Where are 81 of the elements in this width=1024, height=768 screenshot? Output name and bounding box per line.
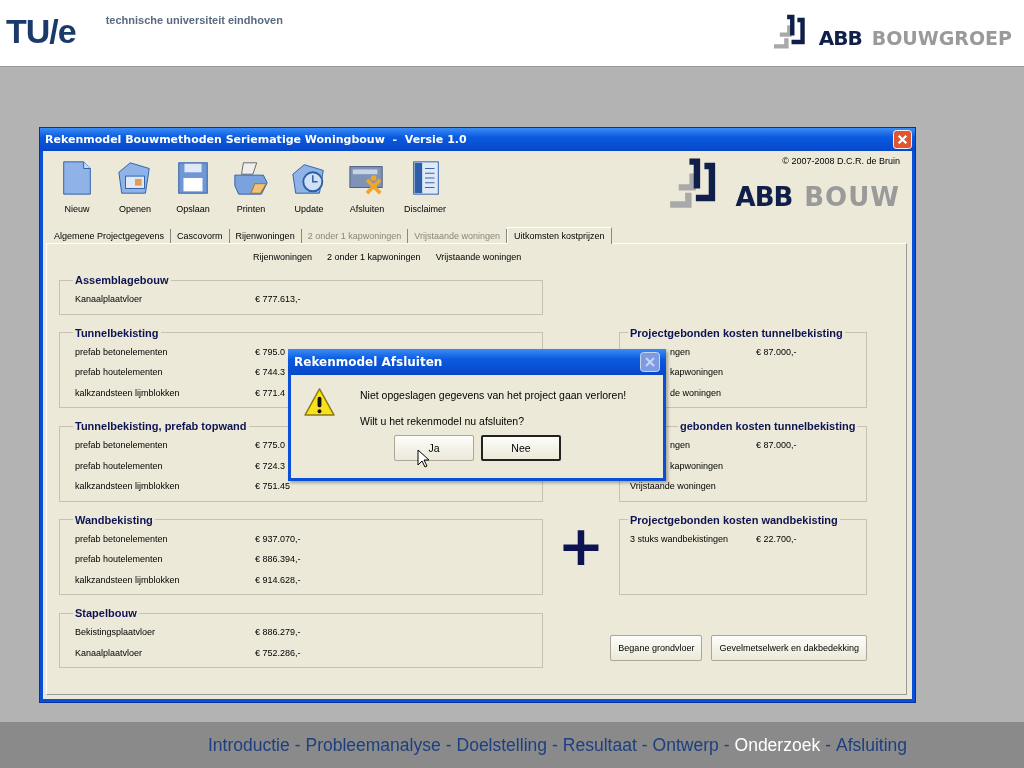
- cost-value: € 777.613,-: [255, 294, 301, 305]
- tab[interactable]: Uitkomsten kostprijzen: [506, 227, 612, 244]
- tab[interactable]: Cascovorm: [171, 229, 230, 243]
- column-header: Vrijstaande woningen: [435, 252, 522, 262]
- row-label: kalkzandsteen lijmblokken: [75, 481, 181, 492]
- group-title: Wandbekisting: [74, 513, 154, 526]
- row-label: ngen: [669, 440, 692, 451]
- cost-value: € 886.394,-: [255, 554, 301, 565]
- row-label: kapwoningen: [669, 367, 725, 378]
- copyright-text: © 2007-2008 D.C.R. de Bruin: [782, 156, 900, 166]
- row-label: de woningen: [669, 387, 723, 398]
- dialog-message: Wilt u het rekenmodel nu afsluiten?: [360, 415, 525, 427]
- column-header: 2 onder 1 kapwoningen: [327, 252, 421, 262]
- group-title: Stapelbouw: [74, 607, 138, 619]
- column-header: Rijenwoningen: [253, 252, 313, 262]
- brand-mark: ABB: [818, 28, 862, 48]
- brand-word: BOUW: [804, 184, 900, 210]
- toolbar-button[interactable]: Update: [281, 156, 337, 225]
- row-label: kapwoningen: [669, 460, 725, 471]
- group-title: Assemblagebouw: [74, 274, 170, 286]
- row-label: prefab houtelementen: [75, 367, 164, 378]
- tab[interactable]: Rijenwoningen: [229, 229, 302, 243]
- cost-value: € 752.286,-: [255, 647, 301, 658]
- mouse-cursor-icon: [417, 449, 429, 468]
- cost-value: € 937.070,-: [255, 533, 301, 544]
- close-icon[interactable]: [640, 352, 660, 372]
- cost-value: € 771.4: [255, 387, 286, 398]
- group-title: Projectgebonden kosten wandbekisting: [629, 513, 839, 526]
- section-button[interactable]: Gevelmetselwerk en dakbedekking: [711, 634, 867, 661]
- row-label: kalkzandsteen lijmblokken: [75, 574, 181, 585]
- row-label: Vrijstaande woningen: [630, 481, 717, 492]
- section-button[interactable]: Begane grondvloer: [610, 634, 703, 661]
- cost-value: € 744.3: [255, 367, 286, 378]
- toolbar-button[interactable]: Disclaimer: [397, 156, 453, 225]
- university-logo: TU/e: [6, 14, 76, 48]
- cost-value: € 775.0: [255, 440, 286, 451]
- cost-value: € 795.0: [255, 346, 286, 357]
- brand-mark: ABB: [735, 184, 793, 210]
- group-title: Tunnelbekisting: [74, 326, 160, 339]
- row-label: kalkzandsteen lijmblokken: [75, 387, 181, 398]
- row-label: Kanaalplaatvloer: [75, 647, 144, 658]
- toolbar-button[interactable]: Nieuw: [49, 156, 105, 225]
- dialog-button[interactable]: Nee: [481, 435, 561, 461]
- row-label: prefab betonelementen: [75, 440, 169, 451]
- nav-separator: -: [294, 734, 301, 756]
- toolbar-button[interactable]: Openen: [107, 156, 163, 225]
- brand-word: BOUWGROEP: [871, 29, 1012, 48]
- window-title: Rekenmodel Bouwmethoden Seriematige Woningbouw - Versie 1.0: [45, 133, 467, 146]
- cost-value: € 87.000,-: [756, 440, 797, 451]
- row-label: prefab houtelementen: [75, 460, 164, 471]
- cost-value: € 886.279,-: [255, 627, 301, 638]
- row-label: prefab houtelementen: [75, 554, 164, 565]
- nav-separator: -: [552, 734, 558, 756]
- row-label: prefab betonelementen: [75, 533, 169, 544]
- dialog-message: Niet opgeslagen gegevens van het project gaan verloren!: [360, 389, 627, 401]
- row-label: Bekistingsplaatvloer: [75, 627, 157, 638]
- row-label: ngen: [669, 346, 692, 357]
- plus-sign: +: [556, 513, 606, 580]
- row-label: prefab betonelementen: [75, 346, 169, 357]
- cost-value: € 22.700,-: [756, 533, 797, 544]
- tab[interactable]: Algemene Projectgegevens: [48, 229, 172, 243]
- university-name: technische universiteit eindhoven: [105, 14, 283, 26]
- toolbar-button[interactable]: Opslaan: [165, 156, 221, 225]
- toolbar-button[interactable]: Afsluiten: [339, 156, 395, 225]
- cost-value: € 724.3: [255, 460, 286, 471]
- nav-separator: -: [641, 734, 648, 756]
- group-title: Projectgebonden kosten tunnelbekisting: [629, 326, 844, 339]
- dialog-button[interactable]: Ja: [394, 435, 474, 461]
- row-label: 3 stuks wandbekistingen: [630, 533, 730, 544]
- cost-value: € 87.000,-: [756, 346, 797, 357]
- group-title: Tunnelbekisting, prefab topwand: [74, 420, 248, 432]
- row-label: Kanaalplaatvloer: [75, 294, 144, 305]
- nav-separator: -: [825, 734, 831, 756]
- dialog-title: Rekenmodel Afsluiten: [294, 355, 443, 369]
- cost-value: € 751.45: [255, 481, 291, 492]
- nav-separator: -: [723, 734, 730, 756]
- cost-value: € 914.628,-: [255, 574, 301, 585]
- warning-icon: [303, 387, 336, 418]
- toolbar-button[interactable]: Printen: [223, 156, 279, 225]
- group-title: gebonden kosten tunnelbekisting: [679, 420, 857, 432]
- nav-separator: -: [445, 734, 452, 756]
